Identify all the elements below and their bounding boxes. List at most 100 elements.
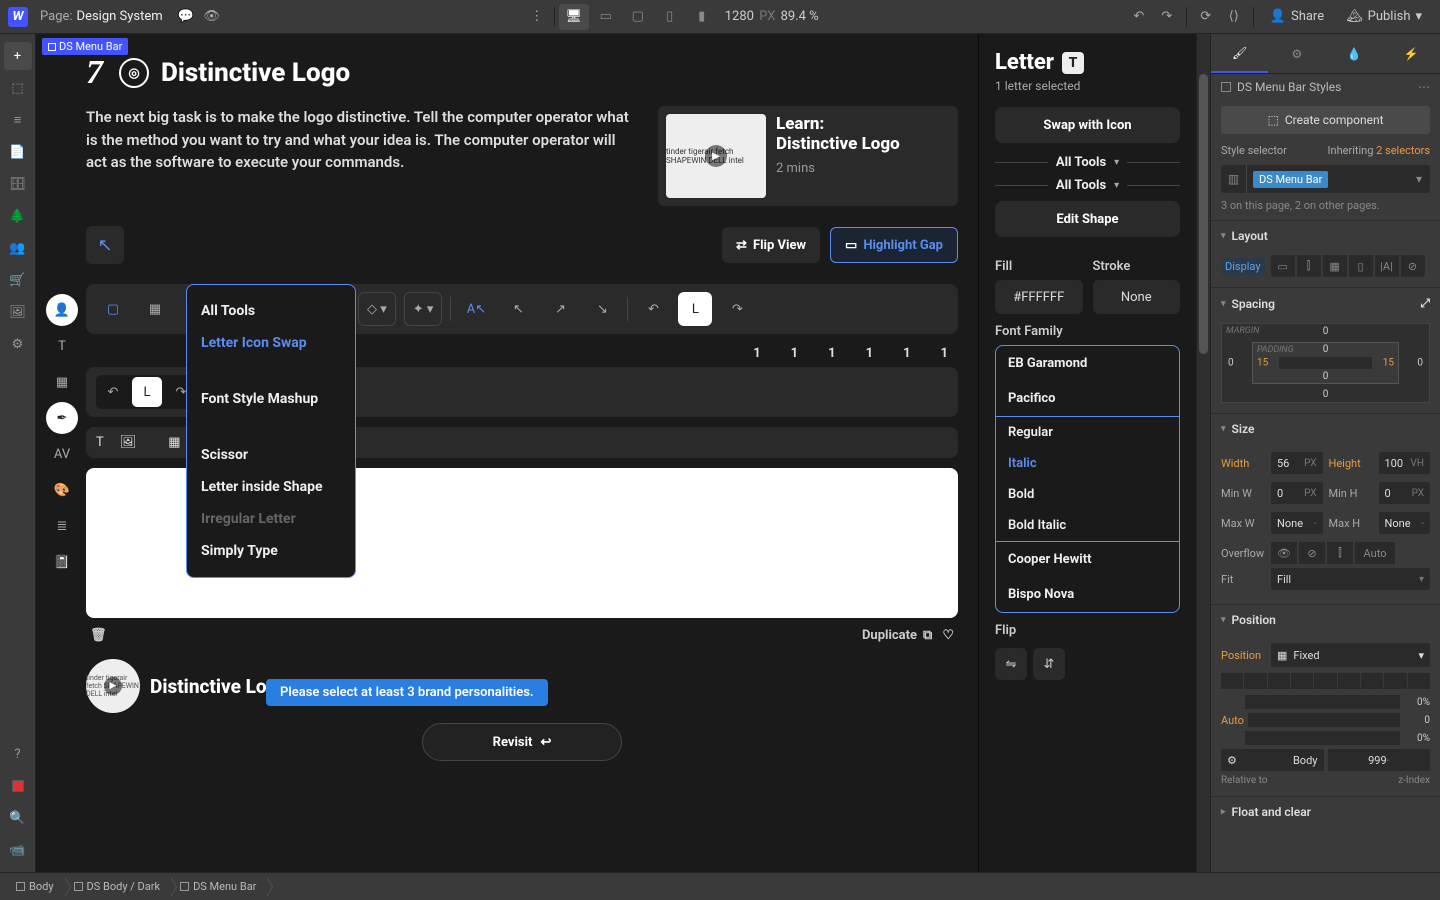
image-icon[interactable]: 🖼: [4, 298, 32, 326]
video-icon[interactable]: 📹: [4, 836, 32, 864]
device-tablet[interactable]: ▢: [623, 4, 653, 30]
list-icon[interactable]: ≡: [4, 106, 32, 134]
play-icon-2[interactable]: ▶: [104, 677, 122, 695]
display-block-icon[interactable]: ▭: [1271, 255, 1295, 277]
page-icon[interactable]: 📄: [4, 138, 32, 166]
l-1-icon[interactable]: L: [132, 377, 162, 407]
position-select[interactable]: ▦ Fixed▾: [1271, 643, 1430, 667]
width-field[interactable]: 56PX: [1271, 452, 1323, 474]
person-tool-icon[interactable]: 👤: [46, 294, 78, 326]
square-tool-icon[interactable]: ▢: [96, 292, 130, 326]
stroke-field[interactable]: None: [1093, 280, 1181, 314]
minh-field[interactable]: 0PX: [1379, 482, 1431, 504]
cursor-c-icon[interactable]: ↗: [543, 292, 577, 326]
flip-v-icon[interactable]: ⇵: [1033, 648, 1065, 680]
style-name[interactable]: DS Menu Bar Styles: [1237, 80, 1341, 94]
font-cooper-hewitt[interactable]: Cooper Hewitt: [996, 542, 1179, 577]
undo-icon[interactable]: ↶: [1126, 4, 1152, 30]
grid-tool-icon[interactable]: ▦: [138, 292, 172, 326]
all-tools-label-2[interactable]: All Tools: [1056, 178, 1106, 193]
tab-style[interactable]: 🖌: [1211, 34, 1268, 73]
cursor-d-icon[interactable]: ↘: [585, 292, 619, 326]
help-icon[interactable]: ?: [4, 740, 32, 768]
palette-tool-icon[interactable]: 🎨: [46, 474, 78, 506]
more-icon[interactable]: ⋮: [524, 4, 550, 30]
text-tool-icon[interactable]: T: [46, 330, 78, 362]
redo-tool-icon[interactable]: ↷: [720, 292, 754, 326]
dd-simply-type[interactable]: Simply Type: [187, 535, 355, 567]
dd-all-tools[interactable]: All Tools: [187, 295, 355, 327]
all-tools-label[interactable]: All Tools: [1056, 155, 1106, 170]
section-float[interactable]: ▸Float and clear: [1211, 797, 1440, 827]
maxw-field[interactable]: None-: [1271, 512, 1323, 534]
create-component-button[interactable]: ⬚ Create component: [1221, 106, 1430, 134]
gear-icon[interactable]: ⚙: [4, 330, 32, 358]
relative-to-field[interactable]: ⚙ Body: [1221, 749, 1324, 771]
text-icon[interactable]: T: [96, 435, 104, 450]
undo-tool-icon[interactable]: ↶: [636, 292, 670, 326]
device-mobile[interactable]: ▮: [687, 4, 717, 30]
tab-settings[interactable]: ⚙: [1268, 34, 1325, 73]
section-position[interactable]: ▾Position: [1211, 605, 1440, 635]
expand-icon[interactable]: ⤢: [1420, 296, 1430, 311]
weight-bold-italic[interactable]: Bold Italic: [996, 510, 1179, 541]
dd-font-style-mashup[interactable]: Font Style Mashup: [187, 383, 355, 415]
fit-field[interactable]: Fill▾: [1271, 568, 1430, 590]
redo-icon[interactable]: ↷: [1154, 4, 1180, 30]
undo-1-icon[interactable]: ↶: [98, 377, 128, 407]
display-inline-block-icon[interactable]: ▯: [1349, 255, 1373, 277]
revisit-thumb[interactable]: tinder tigerair fetch SHAPEWIN DELL inte…: [86, 659, 140, 713]
record-icon[interactable]: [4, 772, 32, 800]
code-icon[interactable]: ⟨⟩: [1221, 4, 1247, 30]
display-none-icon[interactable]: ⊘: [1401, 255, 1425, 277]
preview-icon[interactable]: 👁: [199, 4, 225, 30]
learn-card[interactable]: tinder tigerair fetch SHAPEWIN DELL inte…: [658, 106, 958, 206]
add-icon[interactable]: +: [4, 42, 32, 70]
weight-bold[interactable]: Bold: [996, 479, 1179, 510]
bc-ds-menu-bar[interactable]: DS Menu Bar: [170, 873, 266, 900]
dd-scissor[interactable]: Scissor: [187, 439, 355, 471]
highlight-gap-button[interactable]: ▭Highlight Gap: [830, 227, 958, 263]
inheriting-link[interactable]: 2 selectors: [1376, 144, 1430, 157]
img-icon[interactable]: 🖼: [120, 435, 137, 450]
shape-dropdown[interactable]: ◇ ▾: [358, 292, 396, 326]
minw-field[interactable]: 0PX: [1271, 482, 1323, 504]
zindex-field[interactable]: 999-: [1328, 749, 1431, 771]
kerning-tool-icon[interactable]: AV: [46, 438, 78, 470]
star-dropdown[interactable]: ✦ ▾: [404, 292, 443, 326]
revisit-button[interactable]: Revisit ↩: [422, 723, 622, 761]
db-icon[interactable]: 🗄: [4, 170, 32, 198]
book-tool-icon[interactable]: 📓: [46, 546, 78, 578]
heart-icon[interactable]: ♡: [942, 628, 954, 643]
publish-button[interactable]: 🏔 Publish ▾: [1336, 4, 1432, 30]
grid-view-icon[interactable]: ▦: [168, 435, 180, 450]
position-grid[interactable]: [1221, 673, 1430, 689]
trash-icon[interactable]: 🗑: [90, 628, 107, 643]
cursor-box-icon[interactable]: ↖: [86, 226, 124, 264]
dd-letter-icon-swap[interactable]: Letter Icon Swap: [187, 327, 355, 359]
section-layout[interactable]: ▾Layout: [1211, 221, 1440, 251]
selector-field[interactable]: ▥DS Menu Bar▾: [1221, 165, 1430, 193]
cart-icon[interactable]: 🛒: [4, 266, 32, 294]
page-name[interactable]: Design System: [77, 9, 163, 24]
fill-field[interactable]: #FFFFFF: [995, 280, 1083, 314]
share-button[interactable]: 👤 Share: [1260, 4, 1334, 30]
webflow-logo[interactable]: W: [8, 7, 28, 27]
weight-italic[interactable]: Italic: [996, 448, 1179, 479]
dd-letter-inside-shape[interactable]: Letter inside Shape: [187, 471, 355, 503]
section-size[interactable]: ▾Size: [1211, 414, 1440, 444]
overflow-auto[interactable]: Auto: [1355, 542, 1395, 564]
weight-regular[interactable]: Regular: [996, 417, 1179, 448]
display-inline-icon[interactable]: |A|: [1375, 255, 1399, 277]
display-grid-icon[interactable]: ▦: [1323, 255, 1347, 277]
display-flex-icon[interactable]: ⫿: [1297, 255, 1321, 277]
bc-ds-body[interactable]: DS Body / Dark: [64, 873, 171, 900]
bc-body[interactable]: Body: [6, 873, 64, 900]
tree-icon[interactable]: 🌲: [4, 202, 32, 230]
layout-tool-icon[interactable]: ▦: [46, 366, 78, 398]
maxh-field[interactable]: None-: [1379, 512, 1431, 534]
font-pacifico[interactable]: Pacifico: [996, 381, 1179, 416]
users-icon[interactable]: 👥: [4, 234, 32, 262]
duplicate-button[interactable]: Duplicate ⧉: [862, 628, 932, 643]
height-field[interactable]: 100VH: [1379, 452, 1431, 474]
